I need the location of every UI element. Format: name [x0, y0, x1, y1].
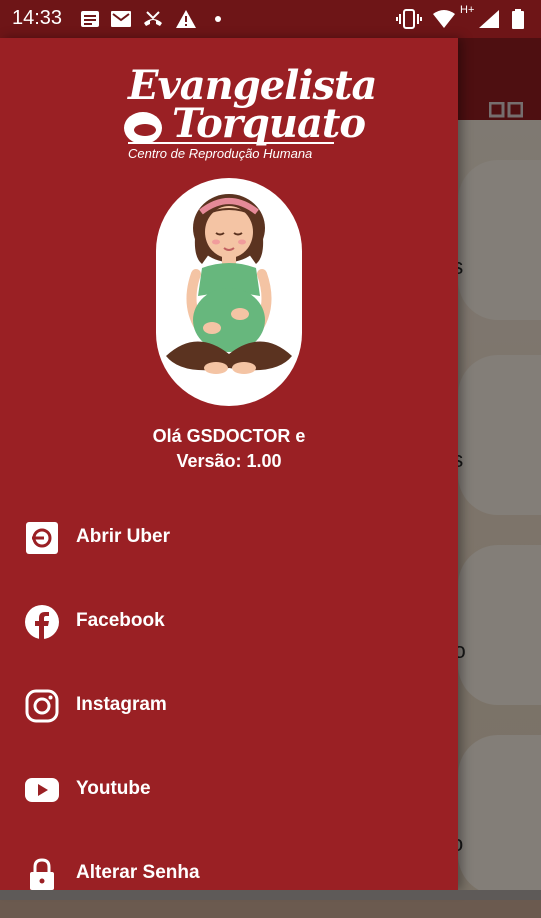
menu-item-instagram[interactable]: Instagram — [0, 666, 458, 750]
status-bar: 14:33 H+ — [0, 0, 541, 38]
logo-line-2: Torquato — [172, 100, 366, 147]
menu-item-youtube[interactable]: Youtube — [0, 750, 458, 834]
notes-icon — [81, 11, 99, 27]
avatar — [156, 178, 302, 406]
youtube-icon — [25, 778, 59, 802]
vibrate-icon — [396, 9, 422, 29]
menu-item-facebook[interactable]: Facebook — [0, 582, 458, 666]
menu-item-label: Abrir Uber — [76, 526, 170, 547]
network-type: H+ — [460, 4, 475, 16]
facebook-icon — [25, 605, 59, 639]
mail-icon — [111, 11, 131, 27]
menu-item-change-password[interactable]: Alterar Senha — [0, 834, 458, 918]
menu-item-label: Facebook — [76, 610, 165, 631]
menu-item-label: Instagram — [76, 694, 167, 715]
battery-icon — [512, 9, 524, 29]
lock-icon — [30, 858, 54, 890]
menu-item-label: Alterar Senha — [76, 862, 200, 883]
menu-item-label: Youtube — [76, 778, 151, 799]
pregnant-woman-illustration — [166, 194, 292, 374]
greeting-text: Olá GSDOCTOR e — [152, 426, 306, 446]
instagram-icon — [25, 689, 59, 723]
signal-icon — [479, 10, 499, 28]
brand-logo: Evangelista Torquato Centro de Reproduçã… — [120, 62, 377, 182]
missed-call-icon — [144, 11, 162, 26]
warning-icon — [176, 10, 196, 28]
version-text: Versão: 1.00 — [176, 451, 282, 471]
menu-item-uber[interactable]: Abrir Uber — [0, 498, 458, 582]
wifi-icon — [433, 10, 455, 28]
status-time: 14:33 — [12, 7, 63, 29]
logo-mark — [124, 112, 162, 144]
dot-icon — [215, 16, 221, 22]
navigation-drawer: Evangelista Torquato Centro de Reproduçã… — [0, 38, 458, 890]
logo-divider — [128, 142, 334, 144]
logo-subtitle: Centro de Reprodução Humana — [128, 146, 313, 161]
uber-icon — [26, 522, 58, 554]
navigation-bar — [0, 890, 541, 900]
